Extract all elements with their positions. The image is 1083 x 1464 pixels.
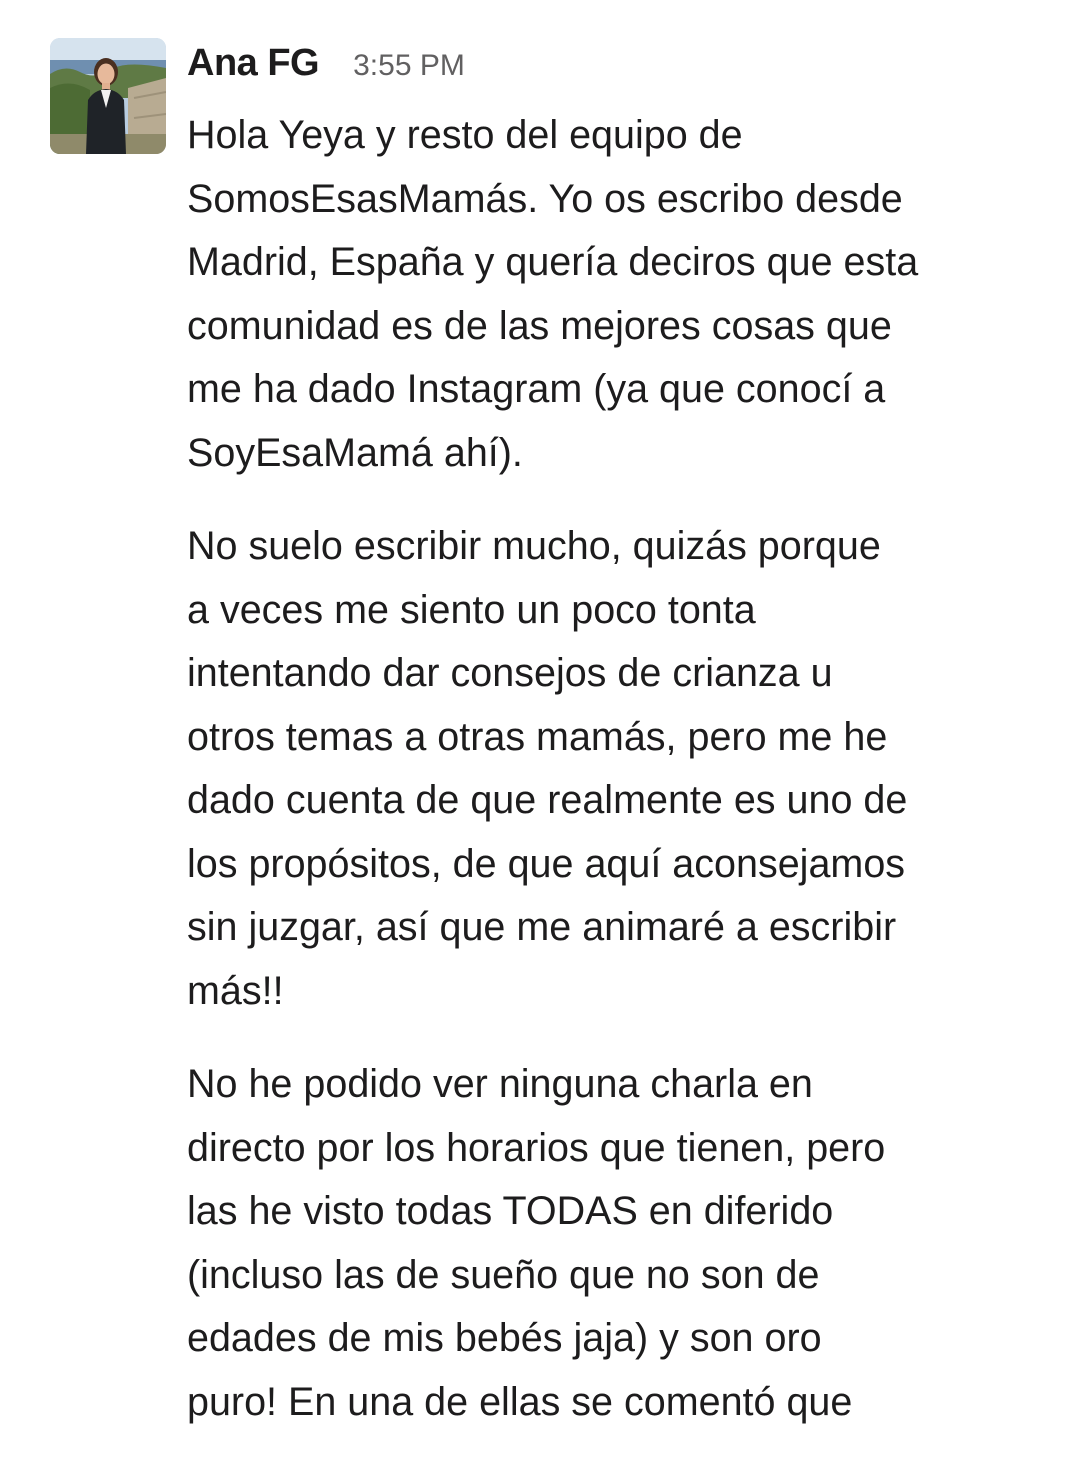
message-line: me ha dado Instagram (ya que conocí a [187, 367, 886, 411]
message-line: SoyEsaMamá ahí). [187, 430, 523, 475]
message-timestamp[interactable]: 3:55 PM [353, 49, 465, 83]
message-line: (incluso las de sueño que no son de [187, 1252, 820, 1297]
message-line: directo por los horarios que tienen, per… [187, 1125, 886, 1170]
message-line: puro! En una de ellas se comentó que [187, 1379, 853, 1424]
message-body: Hola Yeya y resto del equipo de SomosEsa… [187, 104, 1062, 1464]
message-line: No suelo escribir mucho, quizás porque [187, 524, 881, 568]
message-line: comunidad es de las mejores cosas que [187, 303, 892, 348]
message-line: más!! [187, 968, 284, 1013]
message-line: las he visto todas TODAS en diferido [187, 1189, 834, 1233]
message-line: SomosEsasMamás. Yo os escribo desde [187, 176, 903, 221]
message-line: edades de mis bebés jaja) y son oro [187, 1316, 822, 1360]
message-line: No he podido ver ninguna charla en [187, 1062, 813, 1106]
message-line: sin juzgar, así que me animaré a escribi… [187, 905, 897, 949]
message-line: Hola Yeya y resto del equipo de [187, 113, 743, 157]
avatar[interactable] [50, 38, 166, 154]
message-line: los propósitos, de que aquí aconsejamos [187, 841, 906, 886]
message-paragraph: No suelo escribir mucho, quizás porque a… [187, 515, 1062, 1023]
message-line: otros temas a otras mamás, pero me he [187, 714, 888, 759]
message-line: a veces me siento un poco tonta [187, 587, 756, 632]
message-paragraph: Hola Yeya y resto del equipo de SomosEsa… [187, 104, 1062, 485]
sender-name[interactable]: Ana FG [187, 42, 320, 85]
message-line: intentando dar consejos de crianza u [187, 651, 833, 695]
message-line: Madrid, España y quería deciros que esta [187, 240, 919, 284]
message-header: Ana FG 3:55 PM [187, 42, 465, 94]
profile-photo-icon [50, 38, 166, 154]
message-paragraph: No he podido ver ninguna charla en direc… [187, 1053, 1062, 1434]
message-line: dado cuenta de que realmente es uno de [187, 778, 908, 822]
